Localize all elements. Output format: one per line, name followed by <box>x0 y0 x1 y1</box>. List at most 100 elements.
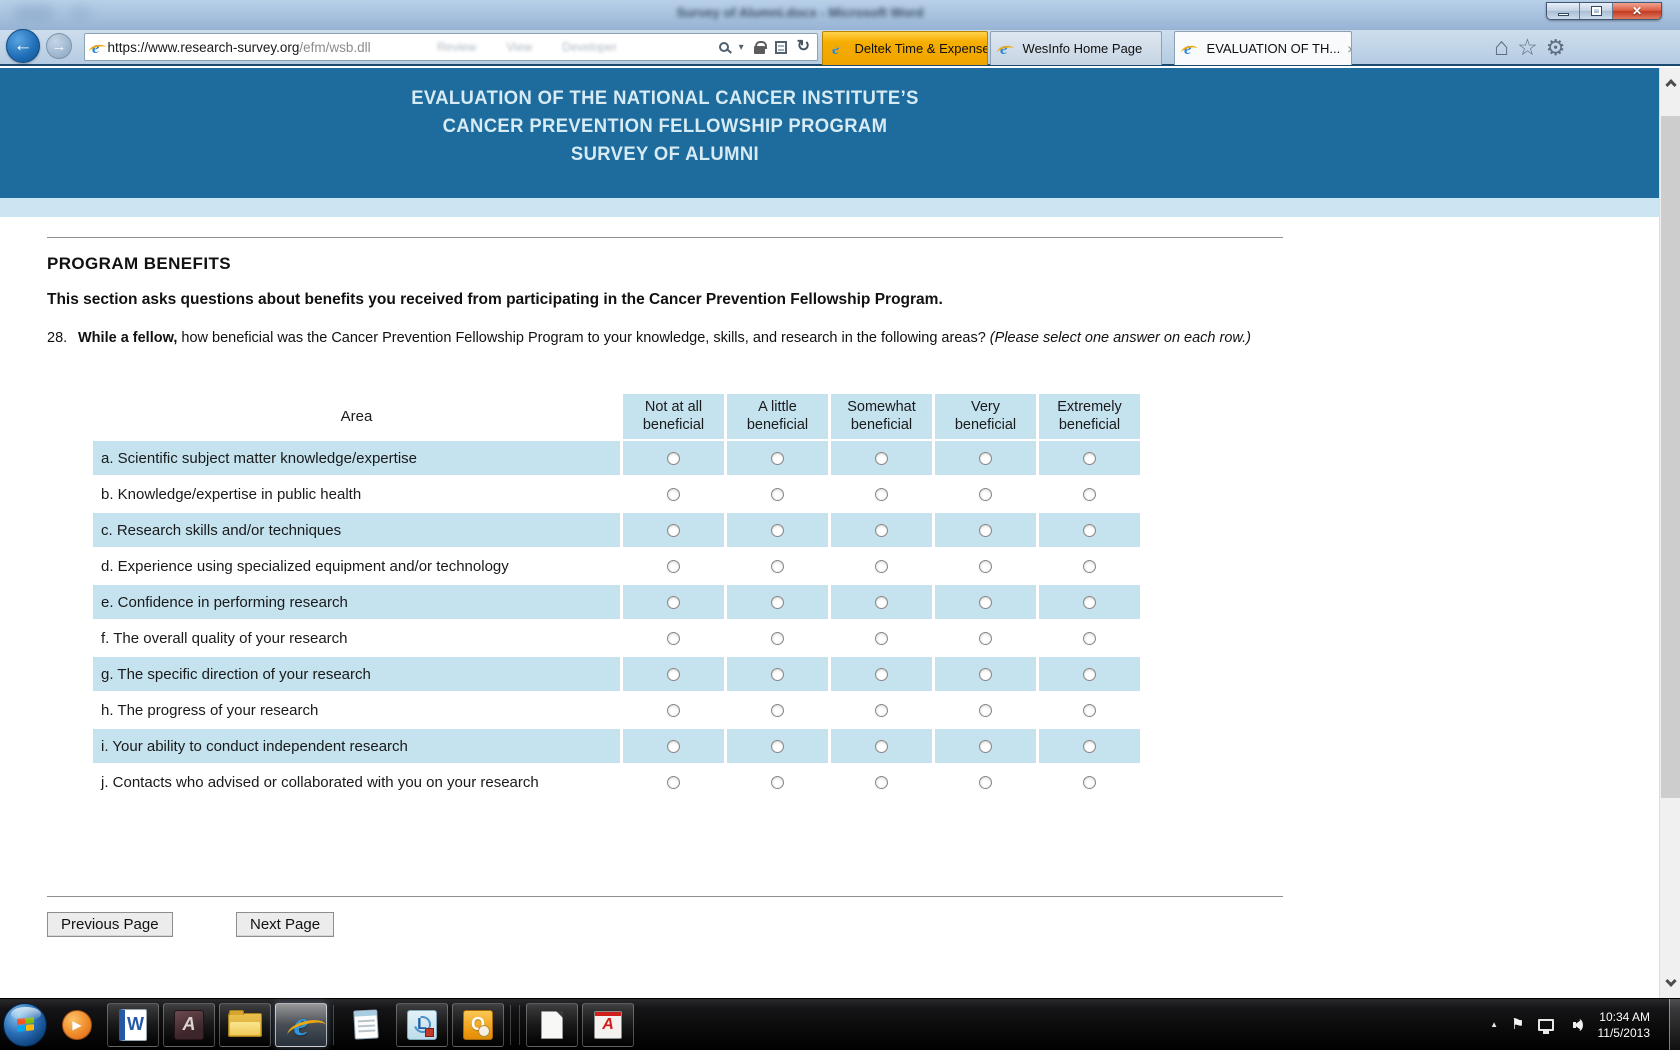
address-bar[interactable]: e https://www.research-survey.org/efm/ws… <box>84 33 818 61</box>
compatibility-view-icon[interactable] <box>775 41 787 54</box>
radio-i-4[interactable] <box>979 740 992 753</box>
radio-i-1[interactable] <box>667 740 680 753</box>
taskbar-explorer-button[interactable] <box>219 1003 271 1047</box>
background-window-title: Survey of Alumni.docx - Microsoft Word <box>630 5 970 20</box>
taskbar-separator <box>510 1005 511 1045</box>
radio-e-1[interactable] <box>667 596 680 609</box>
minimize-icon <box>1558 13 1569 16</box>
radio-j-3[interactable] <box>875 776 888 789</box>
radio-h-3[interactable] <box>875 704 888 717</box>
show-desktop-button[interactable] <box>1669 999 1680 1050</box>
chevron-down-icon[interactable]: ▾ <box>739 42 744 53</box>
radio-b-1[interactable] <box>667 488 680 501</box>
radio-g-3[interactable] <box>875 668 888 681</box>
radio-h-5[interactable] <box>1083 704 1096 717</box>
radio-d-3[interactable] <box>875 560 888 573</box>
radio-i-5[interactable] <box>1083 740 1096 753</box>
tab-close-icon[interactable]: × <box>1347 42 1352 56</box>
radio-a-5[interactable] <box>1083 452 1096 465</box>
tab-wesinfo[interactable]: e WesInfo Home Page <box>990 31 1162 65</box>
radio-a-2[interactable] <box>771 452 784 465</box>
close-button[interactable]: ✕ <box>1613 3 1661 19</box>
start-button[interactable] <box>3 1003 47 1047</box>
taskbar-word-button[interactable]: W <box>107 1003 159 1047</box>
taskbar-notepad-button[interactable] <box>340 1003 392 1047</box>
radio-i-2[interactable] <box>771 740 784 753</box>
action-center-flag-icon[interactable]: ⚑ <box>1511 1017 1524 1032</box>
radio-h-1[interactable] <box>667 704 680 717</box>
forward-button[interactable]: → <box>46 33 72 59</box>
scroll-up-button[interactable] <box>1660 68 1680 96</box>
volume-icon[interactable] <box>1567 1017 1585 1033</box>
ie-favicon: e <box>1184 40 1192 57</box>
radio-c-1[interactable] <box>667 524 680 537</box>
radio-f-1[interactable] <box>667 632 680 645</box>
radio-j-5[interactable] <box>1083 776 1096 789</box>
radio-f-2[interactable] <box>771 632 784 645</box>
radio-b-2[interactable] <box>771 488 784 501</box>
settings-gear-icon[interactable]: ⚙ <box>1546 37 1566 59</box>
radio-a-4[interactable] <box>979 452 992 465</box>
radio-b-3[interactable] <box>875 488 888 501</box>
question-text: While a fellow, how beneficial was the C… <box>78 328 1270 350</box>
network-icon[interactable] <box>1538 1019 1554 1031</box>
radio-a-3[interactable] <box>875 452 888 465</box>
taskbar-reader-button[interactable]: A <box>582 1003 634 1047</box>
radio-h-2[interactable] <box>771 704 784 717</box>
radio-c-2[interactable] <box>771 524 784 537</box>
radio-cell <box>831 693 932 727</box>
radio-j-4[interactable] <box>979 776 992 789</box>
radio-b-4[interactable] <box>979 488 992 501</box>
radio-g-1[interactable] <box>667 668 680 681</box>
radio-g-4[interactable] <box>979 668 992 681</box>
radio-f-5[interactable] <box>1083 632 1096 645</box>
radio-e-2[interactable] <box>771 596 784 609</box>
restore-button[interactable] <box>1580 3 1613 19</box>
taskbar-document-button[interactable] <box>526 1003 578 1047</box>
taskbar-media-player-button[interactable]: ▶ <box>51 1003 103 1047</box>
radio-e-5[interactable] <box>1083 596 1096 609</box>
taskbar-ie-button-active[interactable]: e <box>275 1003 327 1047</box>
table-row: a. Scientific subject matter knowledge/e… <box>93 441 1243 475</box>
radio-d-2[interactable] <box>771 560 784 573</box>
home-icon[interactable]: ⌂ <box>1494 35 1509 60</box>
radio-h-4[interactable] <box>979 704 992 717</box>
radio-e-4[interactable] <box>979 596 992 609</box>
favorites-star-icon[interactable]: ☆ <box>1517 36 1538 59</box>
clock[interactable]: 10:34 AM 11/5/2013 <box>1598 1009 1657 1041</box>
vertical-scrollbar[interactable] <box>1659 68 1680 998</box>
radio-f-4[interactable] <box>979 632 992 645</box>
taskbar-acrobat-button[interactable]: A <box>163 1003 215 1047</box>
next-page-button[interactable]: Next Page <box>236 912 334 937</box>
radio-cell <box>623 657 724 691</box>
radio-g-5[interactable] <box>1083 668 1096 681</box>
refresh-icon[interactable]: ↻ <box>797 39 810 55</box>
scroll-down-button[interactable] <box>1660 970 1680 998</box>
radio-cell <box>935 729 1036 763</box>
radio-c-5[interactable] <box>1083 524 1096 537</box>
taskbar-outlook-button[interactable]: O <box>452 1003 504 1047</box>
radio-d-1[interactable] <box>667 560 680 573</box>
radio-d-5[interactable] <box>1083 560 1096 573</box>
radio-j-2[interactable] <box>771 776 784 789</box>
radio-c-4[interactable] <box>979 524 992 537</box>
tab-deltek[interactable]: e Deltek Time & Expense... <box>822 31 988 65</box>
back-button[interactable]: ← <box>6 29 40 63</box>
tray-expand-icon[interactable]: ▲ <box>1490 1020 1498 1029</box>
radio-i-3[interactable] <box>875 740 888 753</box>
radio-d-4[interactable] <box>979 560 992 573</box>
scrollbar-thumb[interactable] <box>1661 116 1680 798</box>
radio-cell <box>935 477 1036 511</box>
radio-g-2[interactable] <box>771 668 784 681</box>
radio-a-1[interactable] <box>667 452 680 465</box>
minimize-button[interactable] <box>1547 3 1580 19</box>
radio-e-3[interactable] <box>875 596 888 609</box>
taskbar-sync-app-button[interactable]: L <box>396 1003 448 1047</box>
radio-b-5[interactable] <box>1083 488 1096 501</box>
tab-evaluation-active[interactable]: e EVALUATION OF TH... × <box>1174 31 1352 65</box>
radio-f-3[interactable] <box>875 632 888 645</box>
radio-j-1[interactable] <box>667 776 680 789</box>
radio-c-3[interactable] <box>875 524 888 537</box>
previous-page-button[interactable]: Previous Page <box>47 912 173 937</box>
search-icon[interactable] <box>719 42 729 52</box>
